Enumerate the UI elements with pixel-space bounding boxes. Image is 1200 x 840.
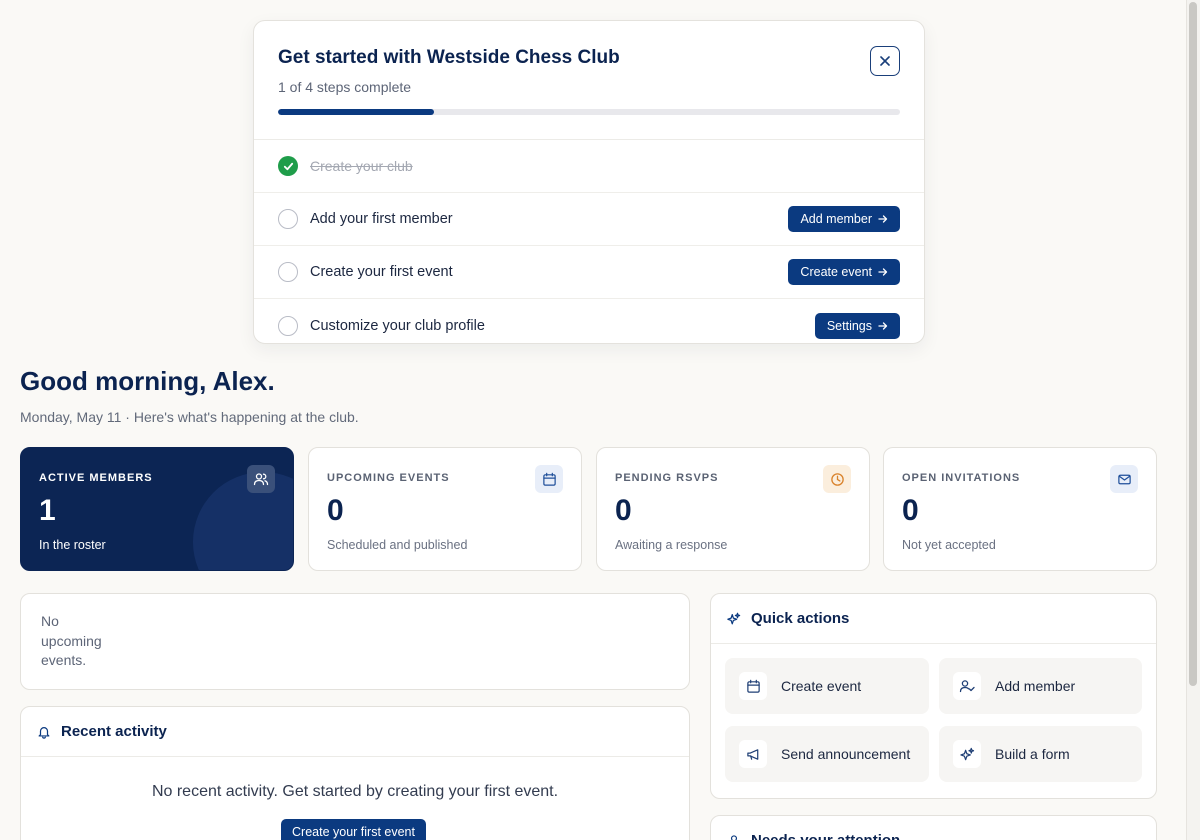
- step-label: Create your first event: [310, 264, 453, 280]
- calendar-icon: [739, 672, 767, 700]
- recent-activity-header: Recent activity: [21, 707, 689, 757]
- onboarding-title: Get started with Westside Chess Club: [278, 47, 620, 68]
- needs-attention-panel: Needs your attention: [710, 815, 1157, 840]
- arrow-right-icon: [878, 268, 888, 276]
- stat-label: PENDING RSVPS: [615, 472, 719, 484]
- create-first-event-button[interactable]: Create your first event: [281, 819, 426, 840]
- onboarding-close-button[interactable]: [870, 46, 900, 76]
- events-empty-text: No upcoming events.: [41, 613, 102, 668]
- onboarding-step-create-event: Create your first event Create event: [254, 246, 924, 299]
- add-member-button[interactable]: Add member: [788, 206, 900, 232]
- quick-actions-grid: Create event Add member Send announcemen…: [725, 658, 1143, 782]
- onboarding-header: Get started with Westside Chess Club 1 o…: [254, 21, 924, 140]
- quick-action-add-member[interactable]: Add member: [939, 658, 1142, 714]
- megaphone-icon: [739, 740, 767, 768]
- stat-label: ACTIVE MEMBERS: [39, 472, 153, 484]
- activity-empty-text: No recent activity. Get started by creat…: [151, 783, 559, 800]
- stat-card-open-invitations[interactable]: OPEN INVITATIONS 0 Not yet accepted: [883, 447, 1157, 571]
- mail-icon: [1110, 465, 1138, 493]
- empty-circle-icon: [278, 209, 298, 229]
- stat-value: 0: [902, 494, 919, 527]
- users-icon: [247, 465, 275, 493]
- quick-actions-header: Quick actions: [711, 594, 1156, 644]
- step-label: Customize your club profile: [310, 317, 485, 334]
- user-check-icon: [953, 672, 981, 700]
- sparkles-icon: [953, 740, 981, 768]
- stat-subtext: Awaiting a response: [615, 538, 728, 552]
- needs-attention-header: Needs your attention: [711, 816, 1156, 840]
- stat-value: 0: [615, 494, 632, 527]
- arrow-right-icon: [878, 215, 888, 223]
- stat-card-pending-rsvps[interactable]: PENDING RSVPS 0 Awaiting a response: [596, 447, 870, 571]
- stat-card-upcoming-events[interactable]: UPCOMING EVENTS 0 Scheduled and publishe…: [308, 447, 582, 571]
- quick-actions-panel: Quick actions Create event Add member Se…: [710, 593, 1157, 799]
- quick-action-label: Send announcement: [781, 746, 911, 762]
- stat-label: UPCOMING EVENTS: [327, 472, 450, 484]
- page-subtitle: Monday, May 11 · Here's what's happening…: [20, 409, 359, 425]
- upcoming-events-panel: No upcoming events.: [20, 593, 690, 690]
- empty-circle-icon: [278, 262, 298, 282]
- stat-value: 1: [39, 494, 56, 527]
- button-label: Add member: [800, 212, 872, 226]
- onboarding-step-create-club: Create your club: [254, 140, 924, 193]
- quick-action-label: Create event: [781, 678, 862, 694]
- stat-value: 0: [327, 494, 344, 527]
- stat-subtext: Not yet accepted: [902, 538, 996, 552]
- onboarding-card: Get started with Westside Chess Club 1 o…: [253, 20, 925, 344]
- quick-action-create-event[interactable]: Create event: [725, 658, 929, 714]
- arrow-right-icon: [878, 321, 888, 330]
- step-label: Add your first member: [310, 211, 453, 227]
- stat-label: OPEN INVITATIONS: [902, 472, 1021, 484]
- quick-actions-title: Quick actions: [751, 610, 850, 627]
- stat-subtext: Scheduled and published: [327, 538, 468, 552]
- recent-activity-title: Recent activity: [61, 723, 167, 740]
- sparkles-icon: [727, 612, 741, 624]
- onboarding-progress-text: 1 of 4 steps complete: [278, 79, 412, 95]
- onboarding-step-customize-profile: Customize your club profile Settings: [254, 299, 924, 343]
- clock-icon: [823, 465, 851, 493]
- recent-activity-panel: Recent activity No recent activity. Get …: [20, 706, 690, 840]
- stat-subtext: In the roster: [39, 538, 106, 552]
- quick-action-build-form[interactable]: Build a form: [939, 726, 1142, 782]
- quick-action-send-announcement[interactable]: Send announcement: [725, 726, 929, 782]
- stat-card-active-members[interactable]: ACTIVE MEMBERS 1 In the roster: [20, 447, 294, 571]
- onboarding-progress-fill: [278, 109, 434, 115]
- empty-circle-icon: [278, 315, 298, 336]
- check-circle-icon: [278, 156, 298, 176]
- button-label: Create event: [800, 265, 872, 279]
- step-label: Create your club: [310, 158, 413, 174]
- onboarding-step-add-member: Add your first member Add member: [254, 193, 924, 246]
- quick-action-label: Add member: [995, 678, 1076, 694]
- needs-attention-title: Needs your attention: [751, 832, 900, 840]
- quick-action-label: Build a form: [995, 746, 1070, 762]
- page-title: Good morning, Alex.: [20, 366, 275, 396]
- calendar-icon: [535, 465, 563, 493]
- bell-icon: [38, 726, 50, 739]
- button-label: Settings: [826, 318, 872, 333]
- user-icon: [730, 834, 738, 840]
- close-icon: [880, 56, 890, 66]
- scrollbar-track[interactable]: [1186, 0, 1200, 840]
- create-event-button[interactable]: Create event: [788, 259, 900, 285]
- onboarding-progress-bar: [278, 109, 900, 115]
- scrollbar-thumb[interactable]: [1189, 2, 1197, 686]
- settings-button[interactable]: Settings: [814, 312, 900, 339]
